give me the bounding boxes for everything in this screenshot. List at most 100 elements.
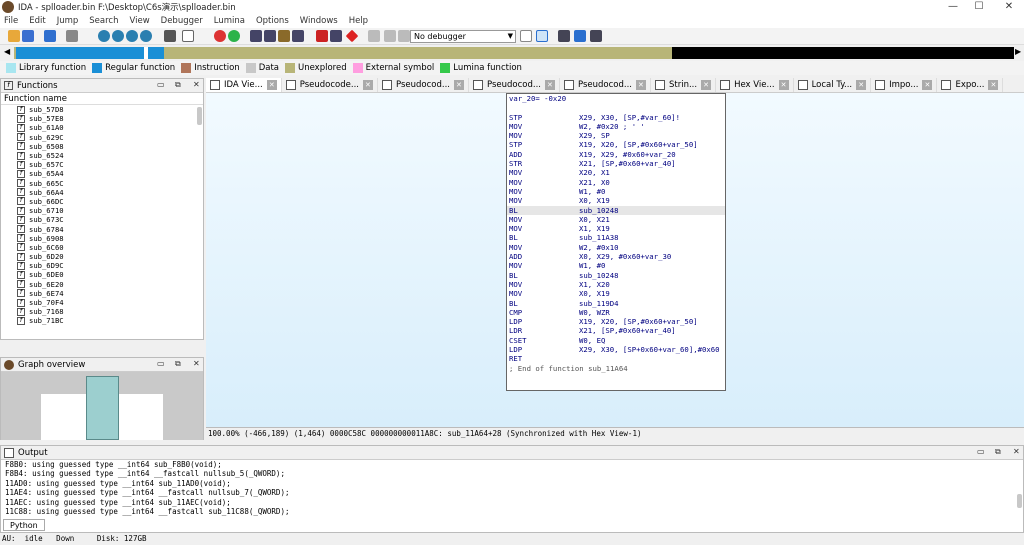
instruction-line[interactable]: LDP X29, X30, [SP+0x60+var_60],#0x60 <box>507 345 725 354</box>
tab-strings[interactable]: Strin... ✕ <box>651 78 717 92</box>
list-item[interactable]: f sub_6508 <box>1 142 203 151</box>
tab-pseudocode-2[interactable]: Pseudocod... ✕ <box>378 78 469 92</box>
code-block[interactable]: var_20= -0x20 STP X29, X30, [SP,#var_60]!… <box>506 93 726 391</box>
minimize-button[interactable]: — <box>940 0 966 14</box>
jump-icon[interactable] <box>164 30 176 42</box>
panel-restore-icon[interactable]: ▭ <box>157 359 165 368</box>
panel-close-icon[interactable]: ✕ <box>193 359 200 368</box>
stop-icon[interactable] <box>345 29 359 43</box>
instruction-line[interactable]: STP X29, X30, [SP,#var_60]! <box>507 113 725 122</box>
navigation-bar[interactable] <box>14 47 1014 59</box>
instruction-line[interactable]: BL sub_119D4 <box>507 299 725 308</box>
instruction-line[interactable]: MOV W2, #0x20 ; ' ' <box>507 122 725 131</box>
instruction-line[interactable]: LDR X21, [SP,#0x60+var_40] <box>507 326 725 335</box>
instruction-line[interactable]: MOV X29, SP <box>507 131 725 140</box>
list-item[interactable]: f sub_673C <box>1 215 203 224</box>
list-item[interactable]: f sub_6D9C <box>1 261 203 270</box>
panel-restore-icon[interactable]: ▭ <box>977 447 985 456</box>
open-icon[interactable] <box>8 30 20 42</box>
enum-icon[interactable] <box>264 30 276 42</box>
panel-restore-icon[interactable]: ▭ <box>157 80 165 89</box>
menu-options[interactable]: Options <box>256 16 289 26</box>
list-item[interactable]: f sub_57D8 <box>1 105 203 114</box>
tab-pseudocode-3[interactable]: Pseudocod... ✕ <box>469 78 560 92</box>
nav-right-arrow-icon[interactable]: ▶ <box>1015 47 1021 56</box>
sync-icon[interactable] <box>536 30 548 42</box>
tab-pseudocode-4[interactable]: Pseudocod... ✕ <box>560 78 651 92</box>
instruction-line[interactable]: CSET W0, EQ <box>507 336 725 345</box>
list-item[interactable]: f sub_65A4 <box>1 169 203 178</box>
menu-search[interactable]: Search <box>89 16 118 26</box>
list-item[interactable]: f sub_657C <box>1 160 203 169</box>
close-icon[interactable]: ✕ <box>922 80 933 90</box>
list-item[interactable]: f sub_61A0 <box>1 123 203 132</box>
tab-exports[interactable]: Expo... ✕ <box>937 78 1004 92</box>
navigation-band[interactable]: ◀ ▶ <box>0 45 1024 61</box>
instruction-line[interactable]: MOV W1, #0 <box>507 261 725 270</box>
instruction-line[interactable]: STP X19, X20, [SP,#0x60+var_50] <box>507 140 725 149</box>
list-item[interactable]: f sub_6DE0 <box>1 270 203 279</box>
instruction-line[interactable]: MOV X0, X19 <box>507 196 725 205</box>
panel-close-icon[interactable]: ✕ <box>193 80 200 89</box>
list-item[interactable]: f sub_6524 <box>1 151 203 160</box>
instruction-line[interactable]: LDP X19, X20, [SP,#0x60+var_50] <box>507 317 725 326</box>
instruction-line[interactable]: MOV X1, X20 <box>507 280 725 289</box>
proximity-icon[interactable] <box>590 30 602 42</box>
list-item[interactable]: f sub_66A4 <box>1 188 203 197</box>
list-item[interactable]: f sub_6C60 <box>1 243 203 252</box>
instruction-line[interactable]: ADD X19, X29, #0x60+var_20 <box>507 150 725 159</box>
list-item[interactable]: f sub_6D20 <box>1 252 203 261</box>
instruction-line[interactable]: MOV X0, X21 <box>507 215 725 224</box>
python-button[interactable]: Python <box>3 519 45 531</box>
run-icon[interactable] <box>228 30 240 42</box>
list-item[interactable]: f sub_6908 <box>1 234 203 243</box>
instruction-line[interactable]: MOV X20, X1 <box>507 168 725 177</box>
functions-scrollbar[interactable] <box>197 107 202 125</box>
list-item[interactable]: f sub_71BC <box>1 316 203 325</box>
tab-ida-view[interactable]: IDA Vie... ✕ <box>206 78 282 92</box>
panel-float-icon[interactable]: ⧉ <box>175 80 181 90</box>
close-icon[interactable]: ✕ <box>701 80 712 90</box>
maximize-button[interactable]: ☐ <box>966 0 992 14</box>
struct-icon[interactable] <box>250 30 262 42</box>
terminate-icon[interactable] <box>398 30 410 42</box>
text-view-icon[interactable] <box>182 30 194 42</box>
search-immediate-icon[interactable] <box>126 30 138 42</box>
close-icon[interactable]: ✕ <box>778 80 789 90</box>
close-icon[interactable]: ✕ <box>635 80 646 90</box>
search-next-icon[interactable] <box>140 30 152 42</box>
instruction-line[interactable]: MOV X0, X19 <box>507 289 725 298</box>
close-icon[interactable]: ✕ <box>856 80 867 90</box>
instruction-line[interactable]: STR X21, [SP,#0x60+var_40] <box>507 159 725 168</box>
close-icon[interactable]: ✕ <box>453 80 464 90</box>
list-item[interactable]: f sub_6E20 <box>1 280 203 289</box>
menu-debugger[interactable]: Debugger <box>161 16 203 26</box>
close-icon[interactable]: ✕ <box>362 80 373 90</box>
record-icon[interactable] <box>214 30 226 42</box>
list-item[interactable]: f sub_57E8 <box>1 114 203 123</box>
instruction-line[interactable]: MOV X1, X19 <box>507 224 725 233</box>
breakpoint-icon[interactable] <box>316 30 328 42</box>
instruction-line[interactable]: CMP W0, WZR <box>507 308 725 317</box>
graph-viewport[interactable] <box>86 376 119 440</box>
segment-icon[interactable] <box>278 30 290 42</box>
close-icon[interactable]: ✕ <box>988 80 999 90</box>
list-item[interactable]: f sub_629C <box>1 133 203 142</box>
panel-float-icon[interactable]: ⧉ <box>175 359 181 369</box>
list-item[interactable]: f sub_66DC <box>1 197 203 206</box>
menu-file[interactable]: File <box>4 16 18 26</box>
tab-local-types[interactable]: Local Ty... ✕ <box>794 78 872 92</box>
tab-pseudocode-1[interactable]: Pseudocode... ✕ <box>282 78 378 92</box>
menu-view[interactable]: View <box>129 16 149 26</box>
close-icon[interactable]: ✕ <box>544 80 555 90</box>
list-item[interactable]: f sub_6E74 <box>1 289 203 298</box>
tab-imports[interactable]: Impo... ✕ <box>871 78 938 92</box>
list-item[interactable]: f sub_7168 <box>1 307 203 316</box>
menu-edit[interactable]: Edit <box>29 16 45 26</box>
save-icon[interactable] <box>22 30 34 42</box>
xref-icon[interactable] <box>292 30 304 42</box>
list-item[interactable]: f sub_6710 <box>1 206 203 215</box>
tab-hex-view[interactable]: Hex Vie... ✕ <box>716 78 794 92</box>
close-button[interactable]: ✕ <box>996 0 1022 14</box>
instruction-line[interactable]: RET <box>507 354 725 363</box>
